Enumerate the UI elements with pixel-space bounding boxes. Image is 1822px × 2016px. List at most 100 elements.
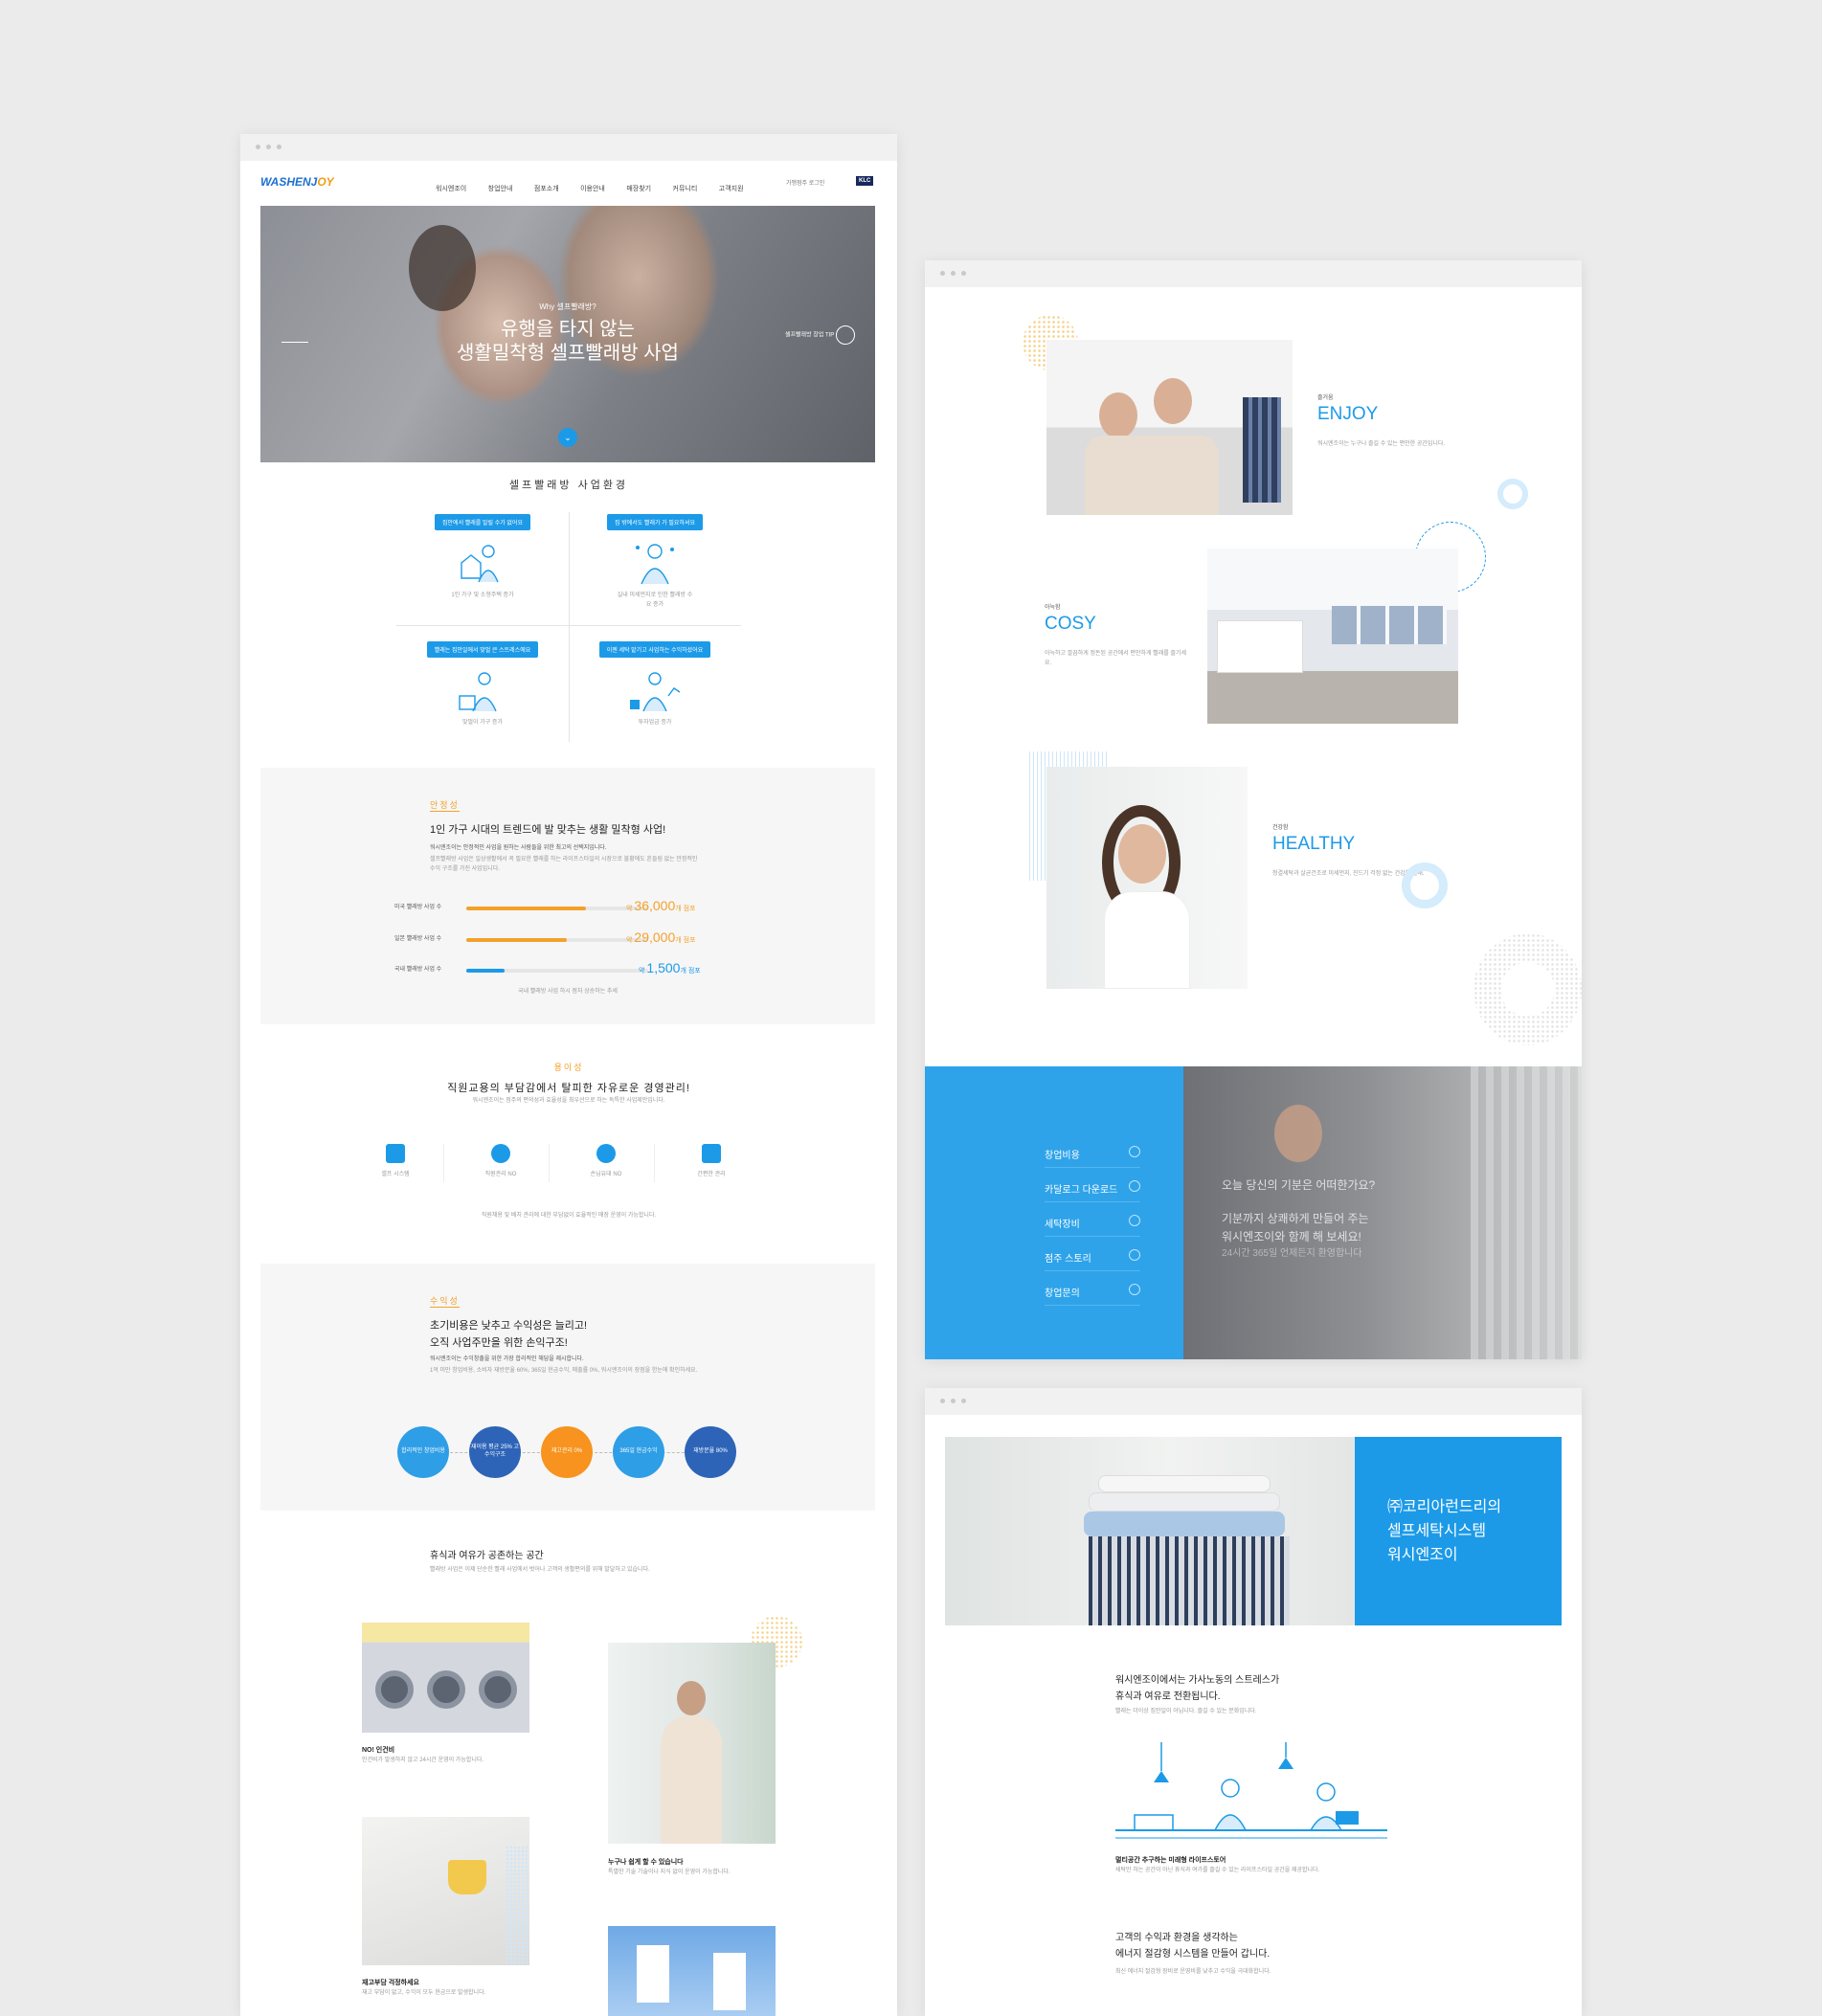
washer-row [1332, 606, 1447, 644]
convenience-body: 직원채용 및 배치 관리에 대한 부담없이 효율적인 매장 운영이 가능합니다. [481, 1213, 657, 1219]
cup-icon [448, 1860, 486, 1894]
stat-track [466, 969, 648, 973]
feature-en: ENJOY [1317, 404, 1379, 424]
stability-title: 1인 가구 시대의 트렌드에 발 맞추는 생활 밀착형 사업! [430, 824, 666, 836]
browser-bar [925, 1388, 1582, 1415]
env-card-caption: 1인 가구 및 소형주택 증가 [451, 593, 514, 598]
convenience-subtitle: 워시엔조이는 점주의 편의성과 효율성을 최우선으로 하는 독특한 사업제안입니… [472, 1098, 665, 1104]
sec2-body: 최신 에너지 절감형 장비로 운영비를 낮추고 수익을 극대화합니다. [1115, 1969, 1271, 1975]
hero-eyebrow: Why 셀프빨래방? [539, 302, 596, 311]
counter [1217, 620, 1303, 673]
brand-text: ㈜코리아런드리의 셀프세탁시스템 워시엔조이 [1387, 1496, 1501, 1567]
profit-circle: 재방문율 80% [685, 1426, 736, 1478]
stat-value: 약 29,000개 점포 [626, 930, 696, 945]
photo-laundry-line [608, 1926, 776, 2016]
nav-item-usage[interactable]: 이용안내 [580, 186, 605, 192]
logo-text: WASHENJ [260, 175, 318, 189]
photo-laundromat-interior [362, 1623, 529, 1733]
stability-body: 셀프빨래방 사업은 일상생활에서 꼭 필요한 빨래를 하는 라이프스타일의 시장… [430, 857, 698, 872]
nav-item-find[interactable]: 매장찾기 [626, 186, 651, 192]
icon-divider [654, 1144, 655, 1182]
env-card-tag: 빨래는 집안일에서 맞벌 큰 스트레스에요 [426, 641, 539, 658]
nav-item-stores[interactable]: 점포소개 [534, 186, 559, 192]
quick-menu-item[interactable]: 세탁장비 [1045, 1215, 1140, 1237]
hero-right-link[interactable]: 셀프빨래방 창업 TIP [785, 325, 855, 345]
staff-icon [491, 1144, 510, 1163]
cert-badge: KLC [856, 176, 874, 186]
sec2-title-1: 고객의 수익과 환경을 생각하는 [1115, 1933, 1238, 1943]
space-item-title: 재고부담 걱정하세요 [362, 1980, 419, 1986]
quick-menu-item[interactable]: 점주 스토리 [1045, 1249, 1140, 1271]
person-house-icon [456, 540, 509, 586]
space-item-title: 누구나 쉽게 할 수 있습니다 [608, 1859, 684, 1866]
stat-fill [466, 907, 587, 910]
icon-feature: 직원관리 NO [472, 1144, 529, 1180]
quick-menu-label: 창업비용 [1045, 1151, 1080, 1161]
ring-decor [1402, 862, 1448, 908]
profit-body: 1억 미만 창업비용, 소비자 재방문율 60%, 365일 현금수익, 매출률… [430, 1368, 698, 1374]
phone-icon [702, 1144, 721, 1163]
icon-divider [549, 1144, 550, 1182]
quick-menu-item[interactable]: 창업비용 [1045, 1146, 1140, 1168]
browser-bar [925, 260, 1582, 287]
nav-item-community[interactable]: 커뮤니티 [673, 186, 698, 192]
banner-line-3: 24시간 365일 언제든지 환영합니다 [1222, 1248, 1362, 1260]
space-item-desc: 특별한 기술 기술이나 지식 없이 운영이 가능합니다. [608, 1870, 731, 1875]
nav-item-startup[interactable]: 창업안내 [488, 186, 513, 192]
banner-line-2: 워시엔조이와 함께 해 보세요! [1222, 1230, 1361, 1244]
photo-towel-cup [362, 1817, 529, 1965]
hero-text: Why 셀프빨래방? 유행을 타지 않는 생활밀착형 셀프빨래방 사업 [260, 302, 875, 366]
hero-title-1: 유행을 타지 않는 [501, 319, 635, 340]
icon-feature: 손님유대 NO [577, 1144, 635, 1180]
scroll-down-button[interactable]: ⌄ [558, 428, 577, 447]
photo-kids-laundry [1046, 340, 1293, 515]
owner-login-link[interactable]: 가맹점주 로그인 [786, 178, 824, 187]
profit-circles: 합리적인 창업비용 재이용 평균 25% 고수익구조 재고관리 0% 365일 … [397, 1426, 742, 1480]
site-logo[interactable]: WASHENJOY [260, 175, 334, 189]
stat-label: 일본 빨래방 사업 수 [394, 936, 442, 942]
nav-item-support[interactable]: 고객지원 [719, 186, 744, 192]
stability-section: 안정성 1인 가구 시대의 트렌드에 발 맞추는 생활 밀착형 사업! 워시엔조… [260, 768, 875, 1024]
quick-menu-item[interactable]: 카달로그 다운로드 [1045, 1180, 1140, 1202]
quick-menu-label: 창업문의 [1045, 1288, 1080, 1299]
washer-door-icon [375, 1670, 414, 1709]
person-investor-icon [628, 667, 682, 713]
env-card-tag: 집안에서 빨래를 말릴 수가 없어요 [435, 514, 530, 530]
photo-woman-waking [1046, 767, 1248, 989]
env-card-tag: 집 밖에서도 빨래가 가 필요하셔요 [607, 514, 703, 530]
env-card: 집안에서 빨래를 말릴 수가 없어요 1인 가구 및 소형주택 증가 [396, 512, 569, 601]
stat-track [466, 938, 648, 942]
feature-ko: 건강함 [1272, 825, 1289, 831]
woman-top [1104, 891, 1190, 989]
photo-store-interior [1207, 549, 1458, 724]
child-head [1099, 392, 1137, 438]
main-nav: 워시엔조이 창업안내 점포소개 이용안내 매장찾기 커뮤니티 고객지원 [427, 178, 753, 195]
stability-label: 안정성 [430, 800, 460, 812]
feature-en: HEALTHY [1272, 834, 1356, 854]
profit-subtitle: 워시엔조이는 수익창출을 위한 가장 합리적인 해답을 제시합니다. [430, 1356, 584, 1362]
arrow-right-icon [835, 325, 855, 345]
env-card-tag: 이젠 세탁 맡기고 사업하는 수익하셨어요 [598, 641, 711, 658]
nav-item-washenjoy[interactable]: 워시엔조이 [436, 186, 466, 192]
arrow-circle-icon [1129, 1249, 1140, 1261]
hero-prev-line[interactable] [281, 334, 308, 351]
brand-line-2: 셀프세탁시스템 [1387, 1522, 1487, 1539]
feature-ko: 즐거움 [1317, 395, 1334, 401]
hero-hair [409, 225, 476, 311]
stat-fill [466, 969, 505, 973]
icon-feature: 셀프 시스템 [367, 1144, 424, 1180]
space-item-desc: 재고 부담이 없고, 수익이 모두 현금으로 발생합니다. [362, 1990, 486, 1996]
sec1-title-2: 휴식과 여유로 전환됩니다. [1115, 1691, 1221, 1702]
arrow-circle-icon [1129, 1284, 1140, 1295]
child-head [1154, 378, 1192, 424]
convenience-title: 직원교용의 부담감에서 탈피한 자유로운 경영관리! [447, 1083, 690, 1094]
towel [1098, 1475, 1271, 1492]
quick-menu-item[interactable]: 창업문의 [1045, 1284, 1140, 1306]
quick-menu-label: 카달로그 다운로드 [1045, 1185, 1118, 1196]
env-section-title: 셀프빨래방 사업환경 [508, 480, 629, 491]
curtain [1471, 1066, 1582, 1359]
feature-ko: 아늑함 [1045, 605, 1061, 611]
banner-question: 오늘 당신의 기분은 어떠한가요? [1222, 1178, 1376, 1192]
quick-menu-label: 점주 스토리 [1045, 1254, 1091, 1265]
profit-circle: 합리적인 창업비용 [397, 1426, 449, 1478]
